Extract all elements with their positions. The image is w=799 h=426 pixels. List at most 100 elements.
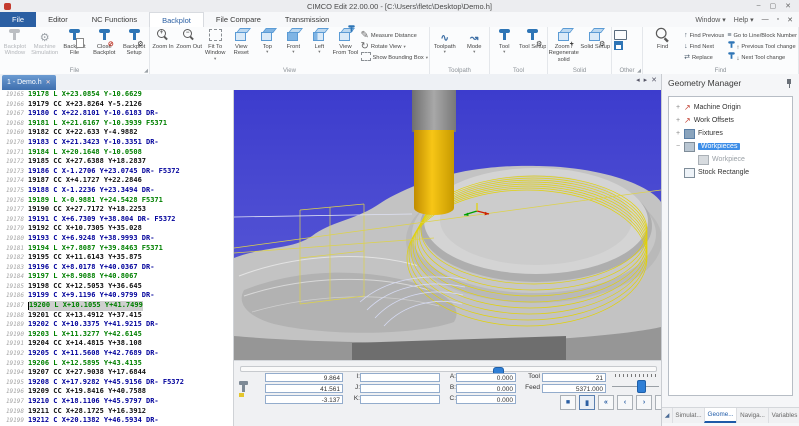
- code-line-19187[interactable]: 1917419187 CC X+4.1727 Y+22.2846: [0, 176, 233, 186]
- document-tab[interactable]: 1 - Demo.h ✕: [2, 75, 56, 90]
- code-line-19211[interactable]: 1919819211 CC X+28.1725 Y+16.3912: [0, 407, 233, 417]
- code-line-19191[interactable]: 1917819191 C X+6.7309 Y+38.804 DR- F5372: [0, 215, 233, 225]
- ribbon-button-view-reset[interactable]: View Reset: [228, 28, 254, 57]
- tree-expander-icon[interactable]: +: [675, 117, 681, 124]
- speed-slider-handle[interactable]: [637, 380, 646, 393]
- step-first-button[interactable]: «: [598, 395, 614, 410]
- code-line-19200[interactable]: 1918719200 L X+10.1055 Y+41.7499: [0, 301, 233, 311]
- field-i[interactable]: [360, 373, 440, 382]
- step-back-button[interactable]: ‹: [617, 395, 633, 410]
- code-line-19198[interactable]: 1918519198 CC X+12.5053 Y+36.645: [0, 282, 233, 292]
- doc-close-icon[interactable]: ✕: [787, 16, 793, 24]
- code-line-19212[interactable]: 1919919212 C X+20.1382 Y+46.5934 DR-: [0, 416, 233, 426]
- field-a[interactable]: 0.000: [456, 373, 516, 382]
- tree-item-machine-origin[interactable]: +↗Machine Origin: [669, 101, 792, 114]
- ribbon-button-replace[interactable]: ⇄Replace: [684, 52, 724, 63]
- field-b[interactable]: 0.000: [456, 384, 516, 393]
- ribbon-button-backplot-file[interactable]: Backplot File: [60, 28, 90, 57]
- field-c[interactable]: 0.000: [456, 395, 516, 404]
- field-x[interactable]: 9.864: [265, 373, 343, 382]
- ribbon-button-find-next[interactable]: ↓Find Next: [684, 41, 724, 52]
- code-line-19193[interactable]: 1918019193 C X+6.9248 Y+38.9993 DR-: [0, 234, 233, 244]
- ribbon-button-zoom-regenerate-solid[interactable]: +Zoom / Regenerate solid: [548, 28, 580, 63]
- menu-tab-file-compare[interactable]: File Compare: [204, 12, 273, 27]
- code-line-19204[interactable]: 1919119204 CC X+14.4815 Y+38.108: [0, 339, 233, 349]
- code-line-19186[interactable]: 1917319186 C X-1.2706 Y+23.0745 DR- F537…: [0, 167, 233, 177]
- field-k[interactable]: [360, 395, 440, 404]
- code-line-19209[interactable]: 1919619209 CC X+19.8416 Y+40.7588: [0, 387, 233, 397]
- code-line-19179[interactable]: 1916619179 CC X+23.8264 Y-5.2126: [0, 100, 233, 110]
- ribbon-button-toolpath[interactable]: ∿Toolpath▾: [430, 28, 460, 54]
- code-line-19180[interactable]: 1916719180 C X+22.8101 Y-10.6183 DR-: [0, 109, 233, 119]
- ribbon-button-save[interactable]: [614, 41, 629, 52]
- code-line-19202[interactable]: 1918919202 C X+10.3375 Y+41.9215 DR-: [0, 320, 233, 330]
- nc-code-editor[interactable]: 1916519178 L X+23.0854 Y-10.662919166191…: [0, 90, 233, 426]
- ribbon-button-backplot-setup[interactable]: ⚙Backplot Setup: [119, 28, 149, 57]
- code-line-19207[interactable]: 1919419207 CC X+27.9038 Y+17.6844: [0, 368, 233, 378]
- code-line-19185[interactable]: 1917219185 CC X+27.6388 Y+18.2837: [0, 157, 233, 167]
- code-line-19181[interactable]: 1916819181 L X+21.6167 Y-10.3939 F5371: [0, 119, 233, 129]
- ribbon-button-zoom-in[interactable]: Zoom In: [150, 28, 176, 50]
- ribbon-button-go-to-line-block-number[interactable]: ≡Go to Line/Block Number: [727, 30, 797, 41]
- tree-item-workpieces[interactable]: −Workpieces: [669, 140, 792, 153]
- code-line-19203[interactable]: 1919019203 L X+11.3277 Y+42.6145: [0, 330, 233, 340]
- scroll-left-icon[interactable]: ◂: [636, 76, 640, 84]
- close-icon[interactable]: ✕: [785, 2, 791, 10]
- code-line-19183[interactable]: 1917019183 C X+21.3423 Y-10.3351 DR-: [0, 138, 233, 148]
- ribbon-button-front[interactable]: Front▾: [280, 28, 306, 54]
- document-tab-close-icon[interactable]: ✕: [46, 79, 51, 86]
- backplot-3d-viewport[interactable]: [234, 90, 661, 360]
- resize-grip-icon[interactable]: ◢: [662, 408, 672, 423]
- close-document-icon[interactable]: ✕: [651, 76, 657, 84]
- ribbon-button-previous-tool-change[interactable]: ↑Previous Tool change: [727, 41, 797, 52]
- ribbon-button-next-tool-change[interactable]: ↓Next Tool change: [727, 52, 797, 63]
- menu-tab-editor[interactable]: Editor: [36, 12, 80, 27]
- code-line-19188[interactable]: 1917519188 C X-1.2236 Y+23.3494 DR-: [0, 186, 233, 196]
- panel-tab-variables[interactable]: Variables: [768, 408, 799, 423]
- maximize-icon[interactable]: ▢: [770, 2, 777, 10]
- menu-tab-file[interactable]: File: [0, 12, 36, 27]
- ribbon-button-left[interactable]: Left▾: [306, 28, 332, 54]
- code-line-19194[interactable]: 1918119194 L X+7.8087 Y+39.8463 F5371: [0, 244, 233, 254]
- tree-expander-icon[interactable]: +: [675, 104, 681, 111]
- field-y[interactable]: 41.561: [265, 384, 343, 393]
- ribbon-button-close-backplot[interactable]: ⊘Close Backplot: [89, 28, 119, 57]
- code-line-19206[interactable]: 1919319206 L X+12.5895 Y+43.4135: [0, 359, 233, 369]
- pin-icon[interactable]: [785, 79, 793, 88]
- ribbon-button-top[interactable]: Top▾: [254, 28, 280, 54]
- tree-item-stock-rectangle[interactable]: Stock Rectangle: [669, 166, 792, 179]
- simulation-progress-slider[interactable]: [240, 366, 657, 372]
- menu-tab-transmission[interactable]: Transmission: [273, 12, 341, 27]
- code-line-19178[interactable]: 1916519178 L X+23.0854 Y-10.6629: [0, 90, 233, 100]
- ribbon-button-tool-setup[interactable]: ⚙Tool Setup: [519, 28, 548, 50]
- doc-minimize-icon[interactable]: ―: [762, 16, 769, 23]
- tree-expander-icon[interactable]: +: [675, 130, 681, 137]
- menu-tab-nc-functions[interactable]: NC Functions: [80, 12, 149, 27]
- code-line-19201[interactable]: 1918819201 CC X+13.4912 Y+37.415: [0, 311, 233, 321]
- ribbon-button-fit-to-window[interactable]: Fit To Window▾: [202, 28, 228, 61]
- ribbon-button-monitor[interactable]: [614, 30, 629, 41]
- pause-button[interactable]: ▮: [579, 395, 595, 410]
- panel-tab-naviga[interactable]: Naviga...: [736, 408, 768, 423]
- tree-expander-icon[interactable]: −: [675, 143, 681, 150]
- speed-slider[interactable]: [612, 386, 659, 387]
- code-line-19190[interactable]: 1917719190 CC X+27.7172 Y+18.2253: [0, 205, 233, 215]
- code-line-19182[interactable]: 1916919182 CC X+22.633 Y-4.9882: [0, 128, 233, 138]
- help-menu[interactable]: Help ▾: [734, 16, 754, 24]
- code-line-19197[interactable]: 1918419197 L X+8.9088 Y+40.8067: [0, 272, 233, 282]
- panel-tab-simulat[interactable]: Simulat...: [672, 408, 704, 423]
- code-line-19199[interactable]: 1918619199 C X+9.1196 Y+40.9799 DR-: [0, 291, 233, 301]
- code-line-19189[interactable]: 1917619189 L X-0.9881 Y+24.5428 F5371: [0, 196, 233, 206]
- menu-tab-backplot[interactable]: Backplot: [149, 12, 204, 27]
- code-line-19210[interactable]: 1919719210 C X+18.1106 Y+45.9797 DR-: [0, 397, 233, 407]
- scroll-right-icon[interactable]: ▸: [644, 76, 648, 84]
- field-z[interactable]: -3.137: [265, 395, 343, 404]
- ribbon-button-mode[interactable]: ↝Mode▾: [460, 28, 490, 54]
- stop-button[interactable]: ■: [560, 395, 576, 410]
- code-line-19195[interactable]: 1918219195 CC X+11.6143 Y+35.875: [0, 253, 233, 263]
- tree-item-work-offsets[interactable]: +↗Work Offsets: [669, 114, 792, 127]
- tree-item-fixtures[interactable]: +Fixtures: [669, 127, 792, 140]
- ribbon-button-solid-setup[interactable]: ⚙Solid Setup: [580, 28, 612, 50]
- ribbon-button-view-from-tool[interactable]: View From Tool: [332, 28, 358, 57]
- ribbon-button-rotate-view[interactable]: ↻Rotate View▾: [361, 41, 429, 52]
